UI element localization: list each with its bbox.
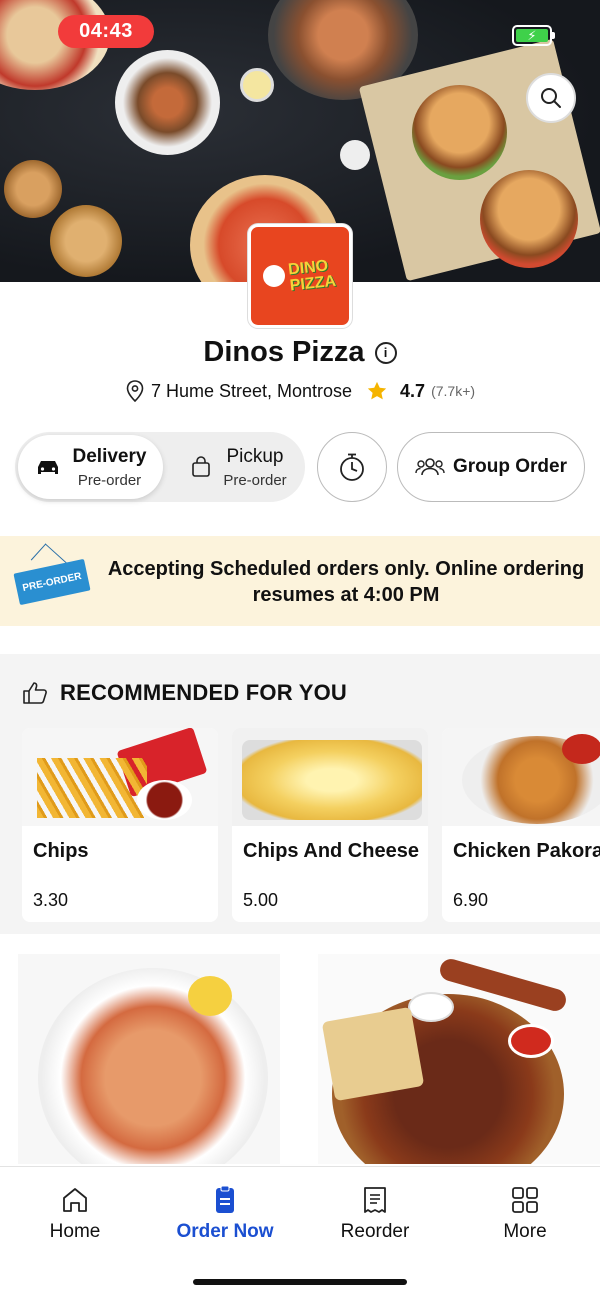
grid-icon (512, 1187, 538, 1213)
group-icon (415, 458, 445, 476)
pasta-category-tile[interactable] (18, 954, 280, 1164)
battery-icon: ⚡ (512, 25, 555, 46)
search-icon (541, 88, 561, 108)
logo-text: DINO PIZZA (287, 257, 337, 295)
stopwatch-icon (340, 453, 364, 481)
status-time: 04:43 (58, 15, 154, 48)
recommended-heading: RECOMMENDED FOR YOU (60, 680, 347, 705)
delivery-option[interactable]: Delivery Pre-order (18, 435, 163, 499)
delivery-label: Delivery (72, 445, 147, 467)
search-button[interactable] (526, 73, 576, 123)
pickup-option[interactable]: Pickup Pre-order (175, 435, 303, 499)
menu-category-grid (0, 946, 600, 1166)
kebab-category-tile[interactable] (318, 954, 600, 1164)
garlic-image (340, 140, 370, 170)
item-name: Chips And Cheese (243, 840, 419, 862)
lemon-image (188, 976, 232, 1016)
location-pin-icon (126, 380, 144, 402)
nav-label: Reorder (340, 1221, 410, 1242)
order-mode-toggle: Delivery Pre-order Pickup Pre-order (15, 432, 305, 502)
nav-more[interactable]: More (465, 1185, 585, 1243)
nav-home[interactable]: Home (15, 1185, 135, 1243)
item-price: 5.00 (243, 890, 279, 910)
nav-label: More (503, 1221, 547, 1242)
chips-image (22, 728, 218, 826)
schedule-button[interactable] (317, 432, 387, 502)
burger-image (412, 85, 507, 180)
delivery-sub: Pre-order (77, 471, 142, 489)
group-order-label: Group Order (452, 456, 567, 477)
restaurant-name: Dinos Pizza (203, 336, 365, 368)
bag-icon (192, 456, 211, 477)
info-icon[interactable]: i (374, 341, 397, 364)
chef-icon (263, 265, 285, 287)
order-icon (216, 1185, 234, 1213)
bun-image (4, 160, 62, 218)
nav-label: Order Now (176, 1221, 274, 1242)
recommended-card-chips[interactable]: Chips 3.30 (22, 728, 218, 922)
rating-value: 4.7 (400, 380, 426, 401)
restaurant-logo: DINO PIZZA (248, 224, 352, 328)
home-indicator (193, 1279, 407, 1285)
pickup-sub: Pre-order (223, 471, 287, 489)
home-icon (63, 1188, 87, 1212)
sauce-bowl-image (240, 68, 274, 102)
item-name: Chips (33, 840, 89, 862)
star-icon (367, 381, 387, 400)
item-price: 6.90 (453, 890, 489, 910)
chips-and-cheese-image (232, 728, 428, 826)
pickup-label: Pickup (226, 445, 284, 467)
pita-image (321, 1006, 425, 1102)
receipt-icon (364, 1187, 386, 1213)
thumbs-up-icon (23, 682, 47, 704)
skewer-plate-image (115, 50, 220, 155)
sauce-bowl-image (508, 1024, 554, 1058)
recommended-section: RECOMMENDED FOR YOU Chips 3.30 Chips And… (0, 654, 600, 934)
nav-order-now[interactable]: Order Now (165, 1185, 285, 1243)
car-icon (37, 461, 58, 474)
dip-bowl-image (408, 992, 454, 1022)
preorder-tag: PRE-ORDER (13, 558, 91, 606)
item-name: Chicken Pakora (453, 840, 600, 862)
nav-reorder[interactable]: Reorder (315, 1185, 435, 1243)
burger-image-small (50, 205, 122, 277)
rating-count: (7.7k+) (431, 383, 476, 399)
burger-image-2 (480, 170, 578, 268)
item-price: 3.30 (33, 890, 69, 910)
pasta-image (38, 968, 268, 1164)
restaurant-address: 7 Hume Street, Montrose (150, 380, 353, 401)
chicken-pakora-image (442, 728, 600, 826)
group-order-button[interactable]: Group Order (397, 432, 585, 502)
banner-text: Accepting Scheduled orders only. Online … (107, 558, 585, 606)
schedule-notice-banner: PRE-ORDER Accepting Scheduled orders onl… (0, 536, 600, 626)
recommended-card-chips-and-cheese[interactable]: Chips And Cheese 5.00 (232, 728, 428, 922)
recommended-card-chicken-pakora[interactable]: Chicken Pakora 6.90 (442, 728, 600, 922)
nav-label: Home (49, 1221, 101, 1242)
